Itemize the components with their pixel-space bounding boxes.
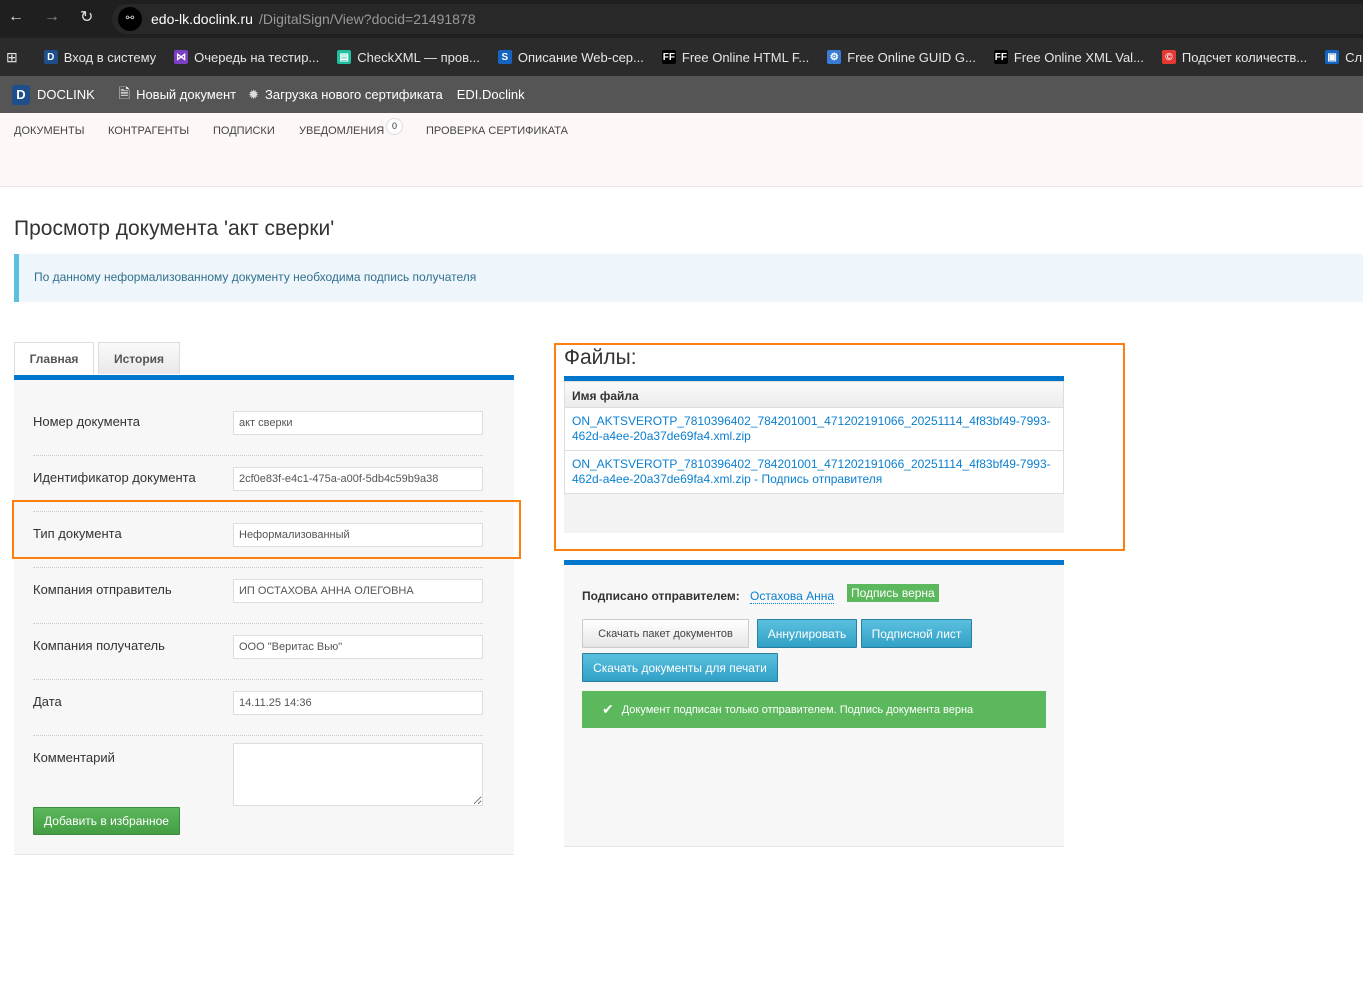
field-input[interactable]: 14.11.25 14:36: [233, 691, 483, 715]
site-settings-icon[interactable]: ⚯: [118, 7, 142, 31]
field-input[interactable]: ООО "Веритас Вью": [233, 635, 483, 659]
comment-textarea[interactable]: [233, 743, 483, 806]
bookmark-item[interactable]: ⋈ Очередь на тестир...: [174, 50, 319, 65]
edi-link[interactable]: EDI.Doclink: [457, 87, 525, 102]
bookmark-item[interactable]: © Подсчет количеств...: [1161, 49, 1308, 65]
new-document-link[interactable]: Новый документ: [136, 87, 236, 102]
certificate-icon: ✹: [248, 86, 260, 102]
notifications-badge: 0: [386, 118, 403, 135]
nav-check-certificate[interactable]: ПРОВЕРКА СЕРТИФИКАТА: [426, 125, 568, 137]
bookmark-icon: ©: [1161, 50, 1176, 64]
bookmark-label: Free Online HTML F...: [681, 49, 810, 65]
success-alert: ✔ Документ подписан только отправителем.…: [582, 691, 1046, 728]
bookmark-icon: S: [497, 50, 512, 64]
main-nav: ДОКУМЕНТЫ КОНТРАГЕНТЫ ПОДПИСКИ УВЕДОМЛЕН…: [0, 113, 1363, 187]
bookmark-item[interactable]: D Вход в систему: [43, 49, 157, 65]
bookmark-icon: ▣: [1325, 50, 1340, 64]
app-navbar: D DOCLINK 🗎 Новый документ ✹ Загрузка но…: [0, 76, 1363, 113]
bookmark-icon: D: [43, 50, 58, 64]
forward-icon[interactable]: →: [44, 8, 60, 26]
add-to-favorites-button[interactable]: Добавить в избранное: [33, 807, 180, 835]
bookmark-label: Free Online GUID G...: [847, 49, 976, 65]
field-row: Номер документа акт сверки: [33, 400, 483, 456]
url-host: edo-lk.doclink.ru: [151, 11, 253, 27]
field-row: Компания получатель ООО "Веритас Вью": [33, 624, 483, 680]
nav-subscriptions[interactable]: ПОДПИСКИ: [213, 125, 275, 137]
download-print-button[interactable]: Скачать документы для печати: [582, 653, 778, 682]
bookmark-icon: ▤: [337, 50, 352, 64]
address-bar[interactable]: ⚯ edo-lk.doclink.ru /DigitalSign/View?do…: [112, 4, 1363, 34]
field-label: Дата: [33, 694, 62, 709]
signature-panel: Подписано отправителем: Остахова Анна По…: [564, 560, 1064, 847]
bookmark-label: CheckXML — пров...: [357, 49, 480, 65]
browser-toolbar: ← → ↻ ⚯ edo-lk.doclink.ru /DigitalSign/V…: [0, 0, 1363, 38]
bookmark-label: Подсчет количеств...: [1181, 49, 1308, 65]
bookmark-icon: FF: [993, 50, 1008, 64]
signed-by-label: Подписано отправителем:: [582, 589, 740, 603]
field-row: Компания отправитель ИП ОСТАХОВА АННА ОЛЕ…: [33, 568, 483, 624]
document-details-panel: Номер документа акт сверки Идентификатор д…: [14, 375, 514, 855]
bookmark-icon: FF: [661, 50, 676, 64]
field-input[interactable]: ИП ОСТАХОВА АННА ОЛЕГОВНА: [233, 579, 483, 603]
bookmark-item[interactable]: S Описание Web-сер...: [497, 49, 644, 65]
bookmark-item[interactable]: ⚙ Free Online GUID G...: [827, 50, 976, 65]
field-label: Компания отправитель: [33, 582, 172, 597]
bookmark-label: Описание Web-сер...: [517, 49, 644, 65]
tab-main[interactable]: Главная: [14, 342, 94, 374]
field-label: Компания получатель: [33, 638, 165, 653]
download-package-button[interactable]: Скачать пакет документов: [582, 619, 749, 648]
url-path: /DigitalSign/View?docid=21491878: [259, 11, 476, 27]
bookmark-item[interactable]: ▤ CheckXML — пров...: [337, 50, 480, 65]
check-icon: ✔: [602, 701, 614, 717]
page-title: Просмотр документа 'акт сверки': [14, 217, 335, 240]
bookmarks-bar: ⊞ D Вход в систему ⋈ Очередь на тестир... ▤ C…: [0, 38, 1363, 76]
field-input[interactable]: 2cf0e83f-e4c1-475a-a00f-5db4c59b9a38: [233, 467, 483, 491]
bookmark-label: Очередь на тестир...: [194, 49, 320, 65]
bookmark-item[interactable]: FF Free Online HTML F...: [661, 49, 810, 65]
highlight-box: [12, 500, 521, 559]
success-message: Документ подписан только отправителем. П…: [621, 703, 974, 716]
info-alert: По данному неформализованному документу …: [14, 254, 1363, 302]
back-icon[interactable]: ←: [8, 8, 24, 26]
upload-certificate-link[interactable]: Загрузка нового сертификата: [265, 87, 443, 102]
bookmark-item[interactable]: FF Free Online XML Val...: [993, 49, 1144, 65]
field-row: Дата 14.11.25 14:36: [33, 680, 483, 736]
doclink-logo-icon: D: [12, 84, 30, 105]
bookmark-item[interactable]: ▣ Слишком длинн: [1325, 50, 1363, 65]
bookmark-icon: ⋈: [174, 50, 189, 64]
brand-link[interactable]: DOCLINK: [37, 87, 95, 102]
bookmark-icon: ⚙: [827, 50, 842, 64]
nav-notifications[interactable]: УВЕДОМЛЕНИЯ: [299, 125, 384, 137]
field-label: Комментарий: [33, 750, 115, 765]
document-icon: 🗎: [118, 84, 131, 101]
field-row: Комментарий: [33, 736, 483, 806]
signature-valid-badge: Подпись верна: [847, 584, 939, 602]
highlight-box: [554, 343, 1125, 551]
tab-history[interactable]: История: [98, 342, 180, 374]
reload-icon[interactable]: ↻: [80, 7, 93, 27]
field-label: Номер документа: [33, 414, 141, 429]
bookmark-label: Слишком длинн: [1345, 49, 1363, 65]
apps-icon[interactable]: ⊞: [6, 49, 18, 66]
bookmark-label: Вход в систему: [63, 49, 157, 65]
nav-documents[interactable]: ДОКУМЕНТЫ: [14, 125, 84, 137]
field-label: Идентификатор документа: [33, 470, 196, 485]
signer-link[interactable]: Остахова Анна: [750, 589, 835, 604]
field-input[interactable]: акт сверки: [233, 411, 483, 435]
bookmark-label: Free Online XML Val...: [1013, 49, 1144, 65]
nav-counterparties[interactable]: КОНТРАГЕНТЫ: [108, 125, 189, 137]
signature-sheet-button[interactable]: Подписной лист: [861, 619, 972, 648]
annul-button[interactable]: Аннулировать: [757, 619, 857, 648]
